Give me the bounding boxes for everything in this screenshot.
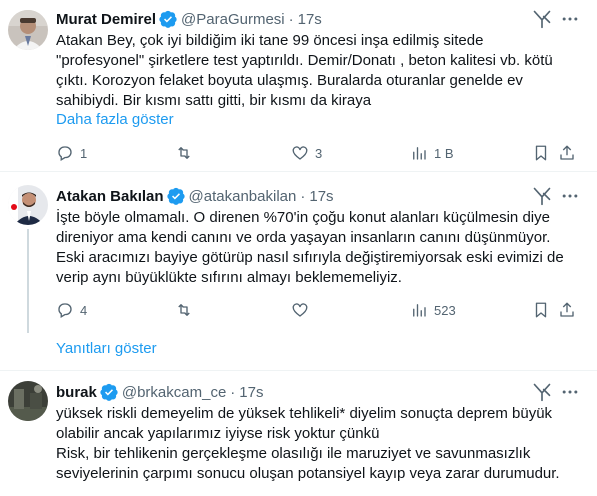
retweet-button[interactable] xyxy=(175,300,291,320)
action-bar: 4 523 xyxy=(56,300,576,320)
author-handle[interactable]: @brkakcam_ce xyxy=(122,384,226,401)
avatar[interactable] xyxy=(8,185,48,225)
view-count: 1 B xyxy=(434,145,454,161)
share-icon xyxy=(560,145,574,160)
tweet-line: "profesyonel" şirketlere test yaptırıldı… xyxy=(56,52,553,69)
tweet-line: verip aynı büyüklükte sıfırını almayı be… xyxy=(56,269,402,286)
tweet-line: Eski aracımızı bayiye götürüp nasıl sıfı… xyxy=(56,249,564,266)
retweet-button[interactable] xyxy=(175,143,291,163)
more-options-icon[interactable] xyxy=(560,382,580,402)
retweet-icon xyxy=(178,147,190,159)
reply-button[interactable]: 1 xyxy=(56,143,175,163)
grok-icon[interactable] xyxy=(532,186,552,206)
timestamp[interactable]: 17s xyxy=(298,11,322,28)
view-count: 523 xyxy=(434,302,456,318)
tweet-line: yüksek riskli demeyelim de yüksek tehlik… xyxy=(56,405,553,422)
tweet-atakan-bakilan[interactable]: Atakan Bakılan @atakanbakilan · 17s İşte… xyxy=(0,172,590,372)
reply-icon xyxy=(58,146,72,161)
show-more-link[interactable]: Daha fazla göster xyxy=(56,111,174,128)
share-icon xyxy=(560,302,574,317)
verified-badge-icon xyxy=(100,383,118,401)
views-button[interactable]: 523 xyxy=(410,300,526,320)
tweet-header: Atakan Bakılan @atakanbakilan · 17s xyxy=(56,186,334,206)
tweet-header: burak @brkakcam_ce · 17s xyxy=(56,382,263,402)
separator-dot: · xyxy=(300,187,306,205)
author-name[interactable]: Atakan Bakılan xyxy=(56,188,164,205)
avatar[interactable] xyxy=(8,10,48,50)
views-chart-icon xyxy=(413,304,426,317)
more-options-icon[interactable] xyxy=(560,186,580,206)
avatar[interactable] xyxy=(8,381,48,421)
retweet-icon xyxy=(178,304,190,316)
verified-badge-icon xyxy=(159,10,177,28)
views-chart-icon xyxy=(413,147,426,160)
tweet-line: Atakan Bey, çok iyi bildiğim iki tane 99… xyxy=(56,32,484,49)
grok-icon[interactable] xyxy=(532,9,552,29)
share-button[interactable] xyxy=(550,300,576,320)
bookmark-icon xyxy=(535,302,547,318)
heart-icon xyxy=(292,303,308,317)
timestamp[interactable]: 17s xyxy=(239,384,263,401)
bookmark-button[interactable] xyxy=(526,300,550,320)
tweet-text: yüksek riskli demeyelim de yüksek tehlik… xyxy=(56,404,576,484)
author-handle[interactable]: @ParaGurmesi xyxy=(181,11,285,28)
like-count: 3 xyxy=(315,145,323,161)
show-replies-link[interactable]: Yanıtları göster xyxy=(56,340,157,357)
separator-dot: · xyxy=(288,10,294,28)
tweet-line: çıktı. Korozyon felaket boyuta ulaşmış. … xyxy=(56,72,523,89)
tweet-text: İşte böyle olmamalı. O direnen %70'in ço… xyxy=(56,208,576,288)
bookmark-button[interactable] xyxy=(526,143,550,163)
tweet-line: İşte böyle olmamalı. O direnen %70'in ço… xyxy=(56,209,550,226)
bookmark-icon xyxy=(535,145,547,161)
tweet-line: direniyor ama kendi canını ve orda yaşay… xyxy=(56,229,551,246)
tweet-line: olabilir ancak yapılarımız iyiyse risk y… xyxy=(56,425,380,442)
tweet-line: Risk, bir tehlikenin gerçekleşme olasılı… xyxy=(56,445,531,462)
tweet-line: sahibiydi. Bir kısmı sattı gitti, bir kı… xyxy=(56,92,372,109)
like-button[interactable]: 3 xyxy=(291,143,410,163)
tweet-burak[interactable]: burak @brkakcam_ce · 17s yüksek riskli d… xyxy=(0,371,590,496)
reply-count: 4 xyxy=(80,302,88,318)
tweet-header: Murat Demirel @ParaGurmesi · 17s xyxy=(56,9,322,29)
like-button[interactable] xyxy=(291,300,410,320)
share-button[interactable] xyxy=(550,143,576,163)
timestamp[interactable]: 17s xyxy=(309,188,333,205)
reply-button[interactable]: 4 xyxy=(56,300,175,320)
more-options-icon[interactable] xyxy=(560,9,580,29)
heart-icon xyxy=(292,146,308,160)
author-name[interactable]: burak xyxy=(56,384,97,401)
tweet-murat-demirel[interactable]: Murat Demirel @ParaGurmesi · 17s Atakan … xyxy=(0,0,590,170)
grok-icon[interactable] xyxy=(532,382,552,402)
views-button[interactable]: 1 B xyxy=(410,143,526,163)
verified-badge-icon xyxy=(166,187,185,205)
tweet-text: Atakan Bey, çok iyi bildiğim iki tane 99… xyxy=(56,31,576,111)
author-name[interactable]: Murat Demirel xyxy=(56,11,156,28)
reply-count: 1 xyxy=(80,145,88,161)
reply-icon xyxy=(58,303,72,318)
tweet-line: seviyelerinin çarpımı sonucu oluşan pota… xyxy=(56,465,560,482)
separator-dot: · xyxy=(230,383,236,401)
action-bar: 1 3 1 B xyxy=(56,143,576,163)
author-handle[interactable]: @atakanbakilan xyxy=(189,188,297,205)
thread-line xyxy=(27,229,29,333)
